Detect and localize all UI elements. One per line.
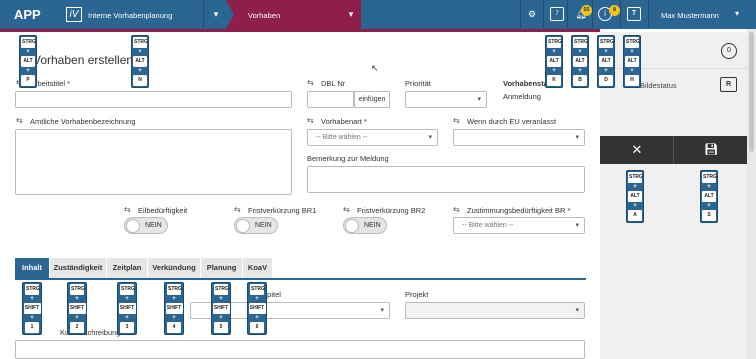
app-switch-chevron-icon[interactable]: ▾: [204, 0, 228, 29]
shortcut-hint: STRG + ALT + S: [700, 170, 718, 223]
shortcut-hint: STRG + SHIFT +2: [67, 282, 87, 335]
app-brand[interactable]: APP: [14, 7, 41, 22]
settings-icon[interactable]: ⚙: [525, 7, 539, 21]
tab-zustaendigkeit[interactable]: Zuständigkeit: [50, 258, 106, 278]
swap-icon: ⇆: [234, 205, 241, 214]
kurzbeschreibung-textarea[interactable]: [15, 340, 585, 359]
app-name[interactable]: Interne Vorhabenplanung: [88, 11, 172, 20]
divider: [648, 0, 649, 29]
tab-planung[interactable]: Planung: [201, 258, 242, 278]
mouse-cursor-icon: ↖: [371, 63, 379, 73]
shortcut-hint: STRG + ALT + B: [571, 35, 589, 88]
vorhabenart-select[interactable]: -- Bitte wählen -- ▾: [307, 129, 438, 146]
dbl-label: DBL Nr: [321, 79, 346, 88]
swap-icon: ⇆: [453, 205, 460, 214]
page-title: Vorhaben erstellen: [33, 53, 134, 67]
amtliche-label: Amtliche Vorhabenbezeichnung: [30, 117, 136, 126]
info-badge: 8: [609, 5, 620, 16]
divider: [673, 136, 674, 164]
toggle-value: NEIN: [145, 222, 162, 229]
tab-zeitplan[interactable]: Zeitplan: [107, 258, 147, 278]
divider: [592, 0, 593, 29]
frist2-label: Fristverkürzung BR2: [357, 206, 426, 215]
divider: [520, 0, 521, 29]
shortcut-hint: STRG + ALT + N: [131, 35, 149, 88]
r-button[interactable]: R: [720, 77, 737, 92]
dbl-insert-button[interactable]: einfügen: [354, 91, 390, 108]
swap-icon: ⇆: [453, 116, 460, 125]
bemerkung-label: Bemerkung zur Meldung: [307, 154, 389, 163]
projekt-label: Projekt: [405, 290, 429, 299]
shortcut-hint: STRG + ALT + P: [19, 35, 37, 88]
chevron-down-icon: ▾: [575, 222, 579, 229]
save-icon[interactable]: 💾︎: [702, 141, 720, 159]
tab-inhalt[interactable]: Inhalt: [15, 258, 49, 278]
shortcut-hint: STRG + ALT + A: [626, 170, 644, 223]
vorhabenart-placeholder: -- Bitte wählen --: [316, 134, 368, 141]
arbeitstitel-input[interactable]: [15, 91, 292, 108]
frist1-label: Fristverkürzung BR1: [248, 206, 317, 215]
user-name[interactable]: Max Mustermann: [661, 11, 719, 20]
user-chevron-icon[interactable]: ▾: [735, 9, 739, 18]
eilbeduerftig-label: Eilbedürftigkeit: [138, 206, 188, 215]
bemerkung-textarea[interactable]: [307, 166, 585, 193]
swap-icon: ⇆: [124, 205, 131, 214]
shortcut-hint: STRG + SHIFT +1: [22, 282, 42, 335]
accent-line: [0, 29, 600, 32]
shortcut-hint: STRG + ALT + K: [545, 35, 563, 88]
projekt-select[interactable]: ▾: [405, 302, 585, 319]
chevron-down-icon: ▾: [380, 307, 384, 314]
tab-underline: [15, 278, 586, 280]
shortcut-hint: STRG + SHIFT +4: [164, 282, 184, 335]
calendar-icon[interactable]: 7: [550, 7, 564, 21]
divider: [543, 0, 544, 29]
chevron-down-icon: ▾: [477, 96, 481, 103]
text-icon[interactable]: T: [627, 7, 641, 21]
breadcrumb-label[interactable]: Vorhaben: [248, 11, 280, 20]
chevron-down-icon: ▾: [575, 134, 579, 141]
swap-icon: ⇆: [307, 78, 314, 87]
swap-icon: ⇆: [307, 116, 314, 125]
module-icon[interactable]: iV: [66, 7, 82, 22]
breadcrumb-chevron-icon[interactable]: ▾: [341, 0, 361, 29]
divider: [620, 0, 621, 29]
toggle-knob: [345, 219, 359, 233]
eu-label: Wenn durch EU veranlasst: [467, 117, 557, 126]
tab-koav[interactable]: KoaV: [243, 258, 272, 278]
notification-badge: 55: [581, 5, 592, 16]
toggle-value: NEIN: [364, 222, 381, 229]
amtliche-textarea[interactable]: [15, 129, 292, 195]
bildestatus-label: Bildestatus: [640, 81, 677, 90]
swap-icon: ⇆: [16, 116, 23, 125]
eu-select[interactable]: ▾: [453, 129, 585, 146]
frist2-toggle[interactable]: NEIN: [343, 217, 387, 234]
shortcut-hint: STRG + ALT + D: [597, 35, 615, 88]
toggle-knob: [236, 219, 250, 233]
zustimmung-select[interactable]: -- Bitte wählen -- ▾: [453, 217, 585, 234]
dbl-input[interactable]: [307, 91, 354, 108]
eilbeduerftig-toggle[interactable]: NEIN: [124, 217, 168, 234]
shortcut-hint: STRG + SHIFT +5: [211, 282, 231, 335]
chevron-down-icon: ▾: [428, 134, 432, 141]
vorhabenart-label: Vorhabenart *: [321, 117, 367, 126]
close-icon[interactable]: ✕: [628, 141, 646, 159]
divider: [567, 0, 568, 29]
frist1-toggle[interactable]: NEIN: [234, 217, 278, 234]
prioritaet-label: Priorität: [405, 79, 431, 88]
shortcut-hint: STRG + ALT + H: [623, 35, 641, 88]
toggle-value: NEIN: [255, 222, 272, 229]
toggle-knob: [126, 219, 140, 233]
zustimmung-placeholder: -- Bitte wählen --: [462, 222, 514, 229]
zustimmung-label: Zustimmungsbedürftigkeit BR *: [467, 206, 571, 215]
swap-icon: ⇆: [343, 205, 350, 214]
shortcut-hint: STRG + SHIFT +3: [117, 282, 137, 335]
scrollbar-thumb[interactable]: [749, 32, 754, 152]
chevron-down-icon: ▾: [575, 307, 579, 314]
shortcut-hint: STRG + SHIFT +6: [247, 282, 267, 335]
vorhabenstatus-value: Anmeldung: [503, 92, 541, 101]
counter-button[interactable]: 0: [721, 43, 737, 59]
tab-verkuendung[interactable]: Verkündung: [148, 258, 200, 278]
prioritaet-select[interactable]: ▾: [405, 91, 487, 108]
